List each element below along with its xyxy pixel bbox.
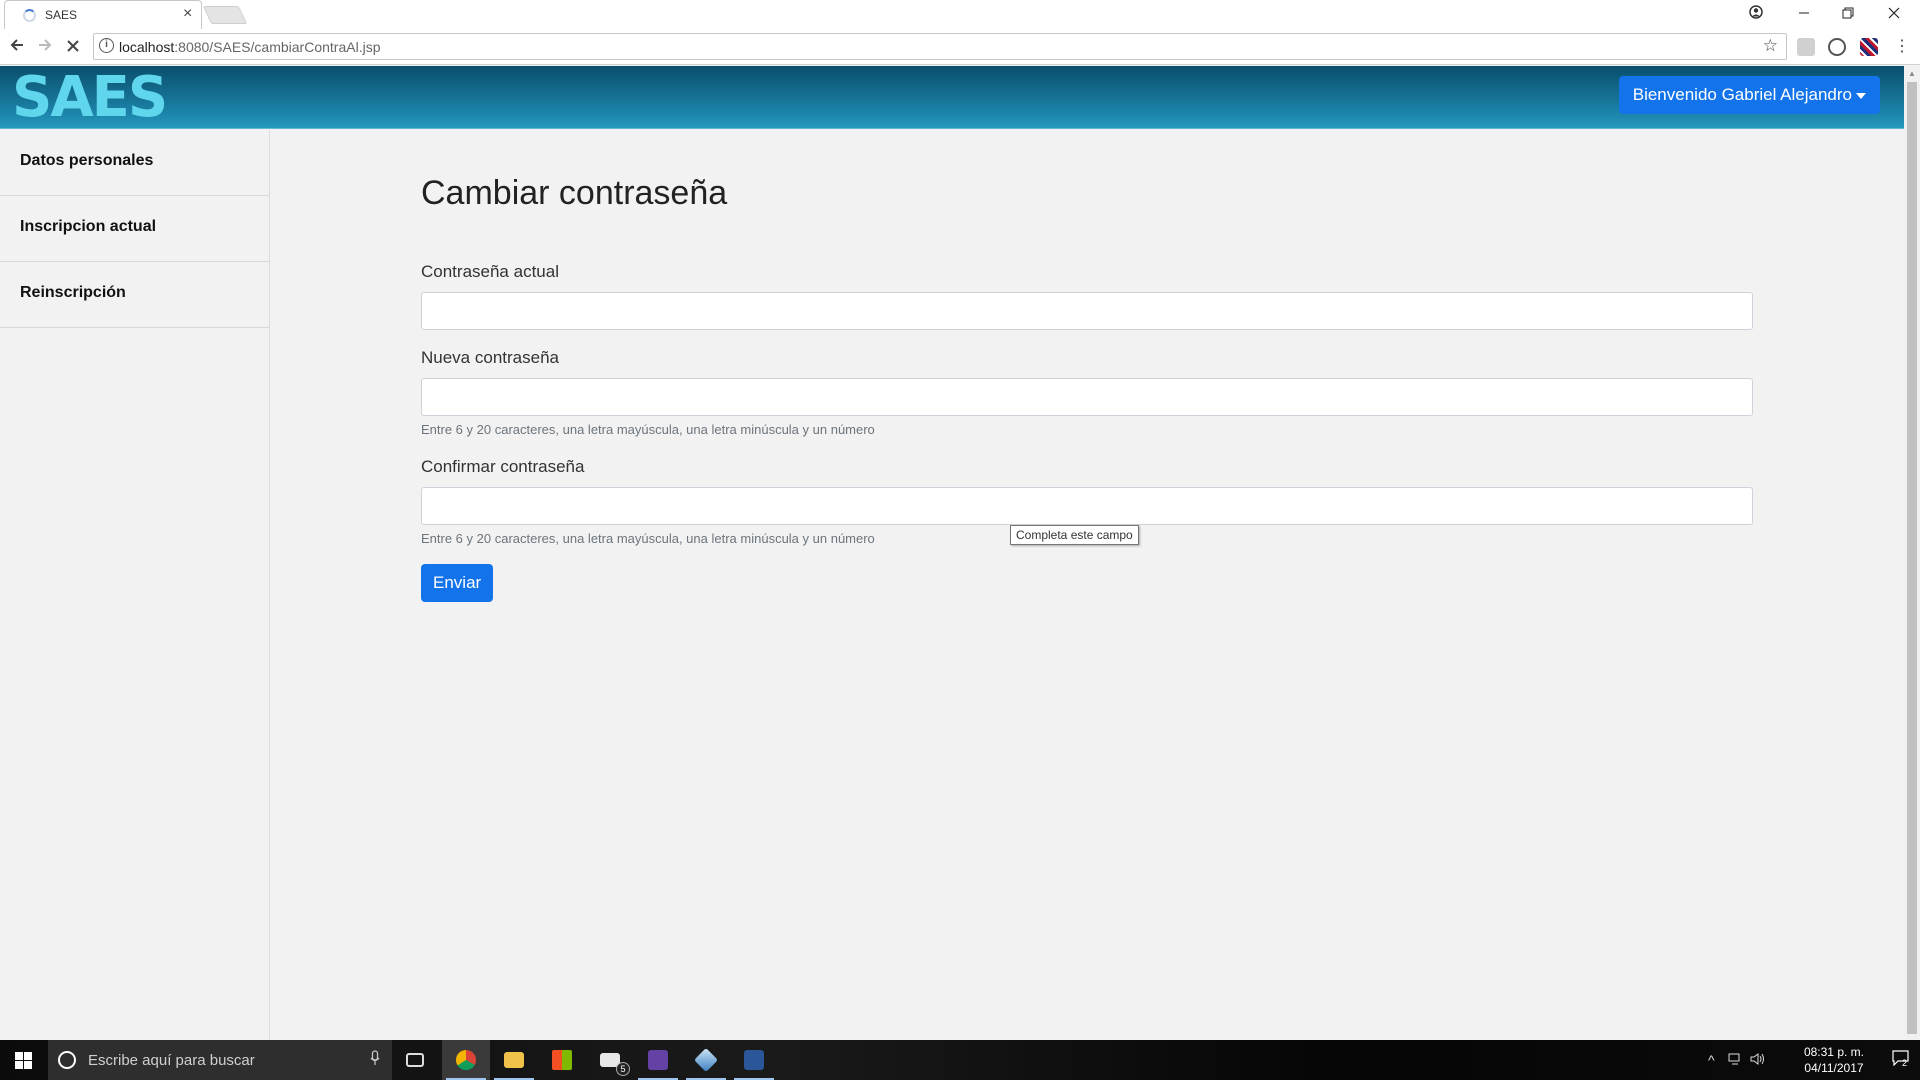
sidebar-item-datos-personales[interactable]: Datos personales xyxy=(0,130,269,196)
action-center-icon[interactable]: 2 xyxy=(1892,1050,1910,1071)
url-path: :8080/SAES/cambiarContraAl.jsp xyxy=(174,39,381,55)
submit-button[interactable]: Enviar xyxy=(421,564,494,602)
browser-menu-icon[interactable]: ⋮ xyxy=(1890,35,1914,59)
sidebar-item-label: Datos personales xyxy=(20,152,154,169)
task-view-glyph xyxy=(406,1053,424,1067)
taskbar-search-box[interactable]: Escribe aquí para buscar xyxy=(48,1040,392,1080)
scrollbar-thumb[interactable] xyxy=(1907,82,1917,1034)
taskbar-search-placeholder: Escribe aquí para buscar xyxy=(88,1052,255,1069)
start-button[interactable] xyxy=(0,1040,48,1080)
saes-logo[interactable]: SAES xyxy=(12,68,168,128)
forward-arrow-icon[interactable] xyxy=(33,35,57,59)
sidebar: Datos personales Inscripcion actual Rein… xyxy=(0,130,270,1040)
windows-logo-icon xyxy=(15,1052,32,1069)
profile-icon[interactable] xyxy=(1734,2,1778,26)
back-arrow-icon[interactable] xyxy=(5,35,29,59)
address-bar[interactable]: i localhost:8080/SAES/cambiarContraAl.js… xyxy=(93,33,1787,60)
extension-icon[interactable] xyxy=(1797,38,1815,56)
chevron-down-icon xyxy=(1856,92,1866,99)
taskbar-app-mail[interactable]: 5 xyxy=(586,1040,634,1080)
sidebar-item-inscripcion-actual[interactable]: Inscripcion actual xyxy=(0,196,269,262)
sidebar-item-reinscripcion[interactable]: Reinscripción xyxy=(0,262,269,328)
word-icon xyxy=(744,1050,764,1070)
folder-icon xyxy=(504,1052,524,1068)
stop-loading-icon[interactable] xyxy=(61,35,85,59)
chevron-up-icon[interactable]: ^ xyxy=(1708,1052,1715,1068)
confirm-password-help: Entre 6 y 20 caracteres, una letra mayús… xyxy=(421,531,875,546)
new-password-input[interactable] xyxy=(421,378,1753,416)
browser-tab-strip: SAES × xyxy=(0,0,1920,29)
confirm-password-input[interactable] xyxy=(421,487,1753,525)
url-host: localhost xyxy=(119,39,175,55)
system-tray: ^ 08:31 p. m. 04/11/2017 2 xyxy=(1700,1040,1920,1080)
url-text: localhost:8080/SAES/cambiarContraAl.jsp xyxy=(119,39,380,55)
extension-eye-icon[interactable] xyxy=(1828,38,1846,56)
taskbar-app-word[interactable] xyxy=(730,1040,778,1080)
taskbar-clock[interactable]: 08:31 p. m. 04/11/2017 xyxy=(1804,1044,1864,1076)
new-password-label: Nueva contraseña xyxy=(421,348,559,367)
app-header: SAES Bienvenido Gabriel Alejandro xyxy=(0,66,1904,129)
validation-tooltip: Completa este campo xyxy=(1010,525,1139,545)
new-password-help: Entre 6 y 20 caracteres, una letra mayús… xyxy=(421,422,875,437)
browser-tab[interactable]: SAES × xyxy=(4,0,202,29)
volume-icon[interactable] xyxy=(1750,1052,1766,1068)
task-view-icon[interactable] xyxy=(392,1040,440,1080)
close-window-icon[interactable] xyxy=(1872,2,1916,26)
sidebar-item-label: Inscripcion actual xyxy=(20,218,157,235)
tab-close-icon[interactable]: × xyxy=(183,5,192,23)
page-scrollbar[interactable]: ▲ xyxy=(1904,66,1920,1040)
windows-taskbar: Escribe aquí para buscar 5 ^ 08:31 p. m.… xyxy=(0,1040,1920,1080)
clock-date: 04/11/2017 xyxy=(1804,1061,1864,1075)
restore-icon[interactable] xyxy=(1826,2,1870,26)
taskbar-app-store[interactable] xyxy=(538,1040,586,1080)
taskbar-app-explorer[interactable] xyxy=(490,1040,538,1080)
current-password-label: Contraseña actual xyxy=(421,262,559,281)
store-icon xyxy=(552,1050,572,1070)
minimize-icon[interactable] xyxy=(1782,2,1826,26)
clock-time: 08:31 p. m. xyxy=(1803,1045,1864,1059)
mail-badge: 5 xyxy=(616,1062,630,1076)
cortana-icon xyxy=(58,1051,76,1069)
taskbar-app-twitch[interactable] xyxy=(634,1040,682,1080)
taskbar-app-chrome[interactable] xyxy=(442,1040,490,1080)
current-password-input[interactable] xyxy=(421,292,1753,330)
bookmark-star-icon[interactable]: ☆ xyxy=(1763,36,1778,56)
page-info-icon[interactable]: i xyxy=(99,38,114,53)
twitch-icon xyxy=(648,1050,668,1070)
network-icon[interactable] xyxy=(1728,1052,1742,1068)
chrome-icon xyxy=(456,1050,476,1070)
user-menu-dropdown[interactable]: Bienvenido Gabriel Alejandro xyxy=(1618,76,1880,114)
cube-icon xyxy=(693,1047,719,1073)
confirm-password-label: Confirmar contraseña xyxy=(421,457,585,476)
page-title: Cambiar contraseña xyxy=(421,174,728,212)
taskbar-app-virtualbox[interactable] xyxy=(682,1040,730,1080)
browser-toolbar: i localhost:8080/SAES/cambiarContraAl.js… xyxy=(0,29,1920,65)
new-tab-button[interactable] xyxy=(202,6,248,24)
loading-spinner-icon xyxy=(23,9,36,22)
notification-count: 2 xyxy=(1902,1058,1908,1068)
microphone-icon[interactable] xyxy=(370,1050,380,1070)
sidebar-item-label: Reinscripción xyxy=(20,284,126,301)
scroll-up-icon[interactable]: ▲ xyxy=(1904,66,1920,82)
tab-title: SAES xyxy=(45,8,78,22)
user-menu-label: Bienvenido Gabriel Alejandro xyxy=(1632,85,1852,104)
extension-flag-icon[interactable] xyxy=(1860,38,1878,56)
